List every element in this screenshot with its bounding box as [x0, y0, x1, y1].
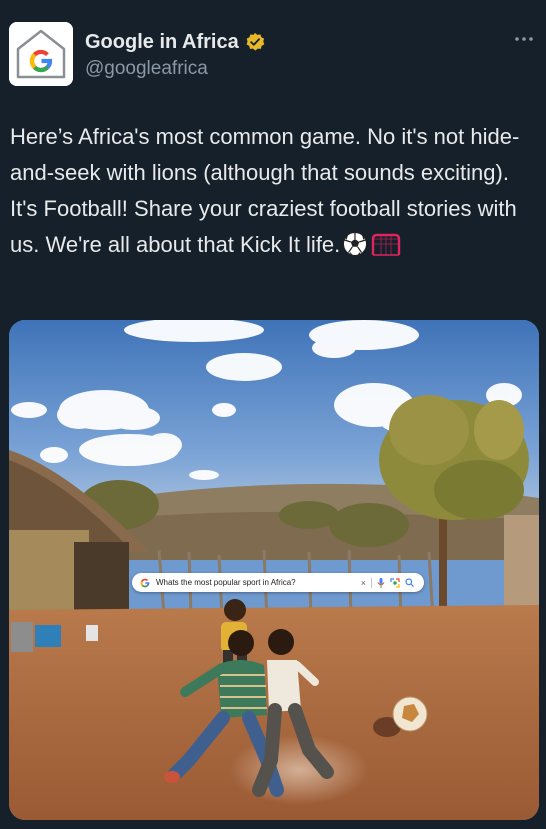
- google-logo-icon: [9, 22, 73, 86]
- tweet-header: Google in Africa @googleafrica: [0, 0, 546, 100]
- clear-icon[interactable]: ×: [361, 578, 366, 588]
- mic-icon[interactable]: [377, 577, 385, 588]
- handle[interactable]: @googleafrica: [85, 58, 265, 80]
- more-horizontal-icon[interactable]: [512, 30, 536, 50]
- search-tools: ×: [361, 577, 414, 588]
- tweet-text: Here’s Africa's most common game. No it'…: [10, 119, 540, 268]
- tweet-body: Here’s Africa's most common game. No it'…: [10, 124, 523, 257]
- football-scene: [9, 320, 539, 820]
- lens-icon[interactable]: [390, 577, 400, 588]
- avatar[interactable]: [9, 22, 73, 86]
- search-query[interactable]: Whats the most popular sport in Africa?: [156, 578, 361, 587]
- tool-divider: [371, 577, 372, 588]
- display-name-row: Google in Africa: [85, 28, 265, 56]
- display-name[interactable]: Google in Africa: [85, 31, 239, 54]
- search-bar[interactable]: Whats the most popular sport in Africa? …: [132, 573, 424, 592]
- verified-badge-icon: [246, 32, 265, 51]
- search-icon[interactable]: [405, 578, 414, 587]
- google-g-icon: [140, 578, 150, 587]
- goal-net-icon: [370, 231, 402, 268]
- soccer-ball-icon: [342, 231, 368, 268]
- author-names: Google in Africa @googleafrica: [85, 28, 265, 80]
- tweet-media-image[interactable]: Whats the most popular sport in Africa? …: [9, 320, 539, 820]
